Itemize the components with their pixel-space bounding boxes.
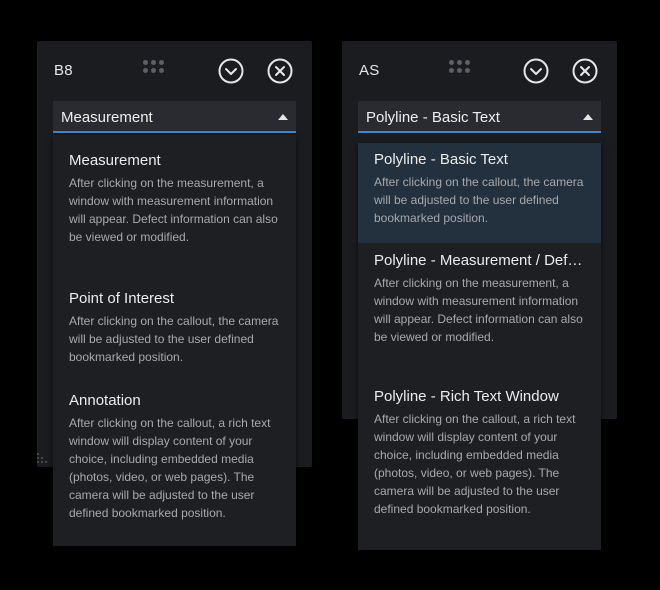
option-polyline-rich-text-window[interactable]: Polyline - Rich Text Window After clicki… [358,388,601,518]
drag-handle-icon[interactable] [143,60,165,74]
option-title: Point of Interest [69,290,175,307]
collapse-button[interactable] [218,58,244,84]
option-description: After clicking on the measurement, a win… [69,176,278,244]
chevron-down-circle-icon [218,58,244,84]
resize-grip-icon[interactable] [36,453,50,467]
option-title: Polyline - Rich Text Window [374,388,559,405]
dropdown-menu: Polyline - Basic Text After clicking on … [358,143,601,550]
close-button[interactable] [572,58,598,84]
close-circle-icon [267,58,293,84]
option-measurement[interactable]: Measurement After clicking on the measur… [53,152,296,246]
dropdown-menu: Measurement After clicking on the measur… [53,135,296,546]
option-polyline-basic-text[interactable]: Polyline - Basic Text After clicking on … [358,143,601,243]
option-description: After clicking on the callout, the camer… [374,175,584,225]
caret-up-icon [278,114,288,120]
chevron-down-circle-icon [523,58,549,84]
caret-up-icon [583,114,593,120]
callout-type-select[interactable]: Measurement [53,101,296,133]
close-circle-icon [572,58,598,84]
collapse-button[interactable] [523,58,549,84]
select-value: Measurement [61,109,153,126]
option-point-of-interest[interactable]: Point of Interest After clicking on the … [53,290,296,366]
option-polyline-measurement-defect[interactable]: Polyline - Measurement / Defect After cl… [358,252,601,346]
drag-handle-icon[interactable] [449,60,471,74]
option-description: After clicking on the callout, the camer… [69,314,279,364]
close-button[interactable] [267,58,293,84]
option-description: After clicking on the measurement, a win… [374,276,583,344]
option-title: Measurement [69,152,161,169]
select-value: Polyline - Basic Text [366,109,500,126]
option-title: Polyline - Measurement / Defect [374,252,585,269]
option-title: Annotation [69,392,141,409]
panel-title: B8 [54,62,73,79]
option-description: After clicking on the callout, a rich te… [69,416,271,520]
panel-title: AS [359,62,380,79]
callout-type-select[interactable]: Polyline - Basic Text [358,101,601,133]
option-description: After clicking on the callout, a rich te… [374,412,576,516]
option-title: Polyline - Basic Text [374,151,508,168]
option-annotation[interactable]: Annotation After clicking on the callout… [53,392,296,522]
